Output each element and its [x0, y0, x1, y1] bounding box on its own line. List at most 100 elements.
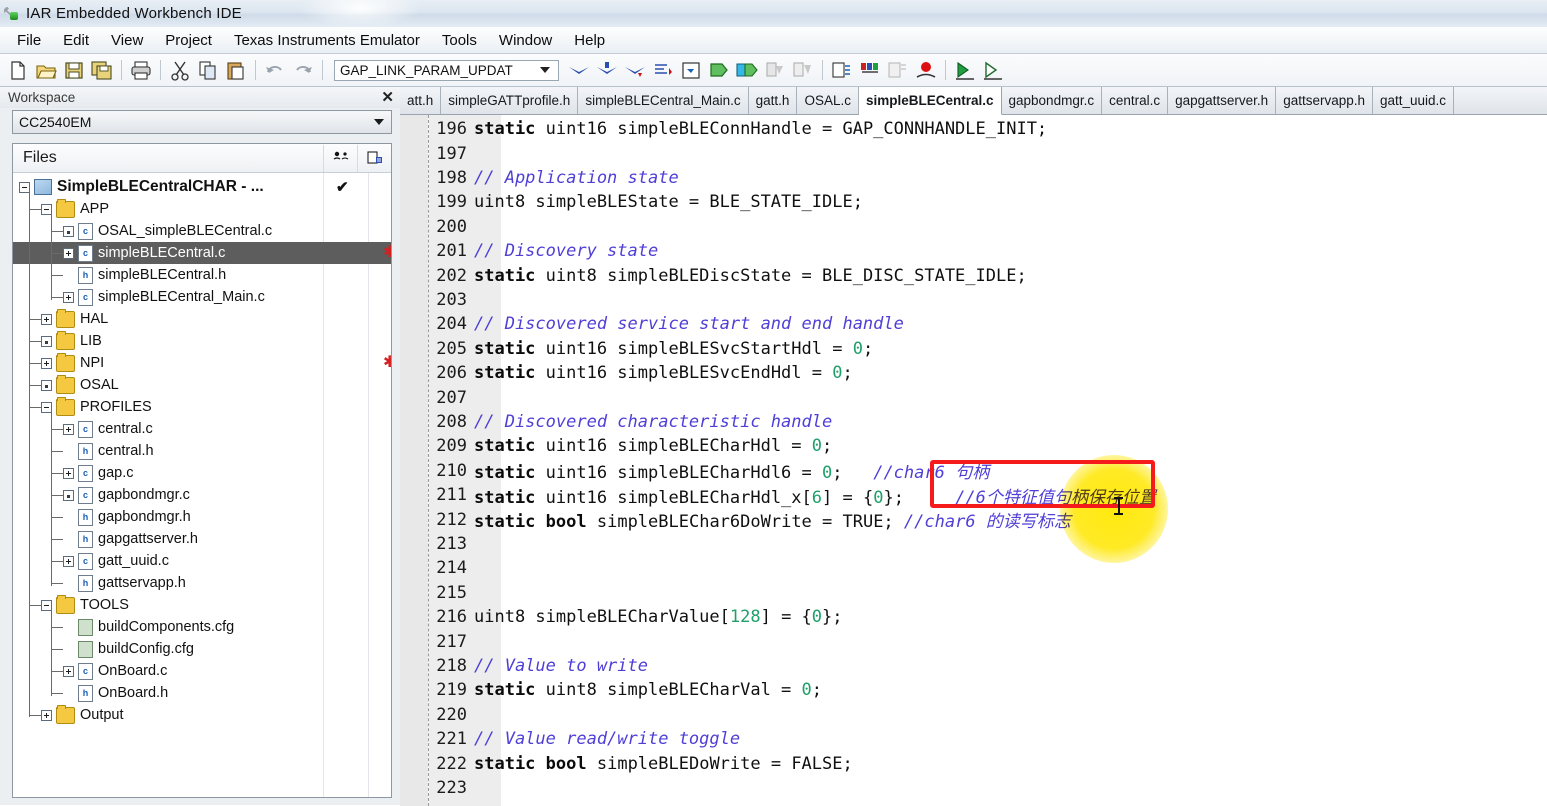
tree-item-npi[interactable]: NPI ✱	[13, 352, 391, 374]
new-document-icon[interactable]	[5, 58, 31, 83]
step-icon[interactable]	[980, 58, 1006, 83]
editor-tab-simplegattprofile-h[interactable]: simpleGATTprofile.h	[441, 87, 579, 114]
tree-item-simpleblecentral-h[interactable]: simpleBLECentral.h	[13, 264, 391, 286]
tree-item-tools[interactable]: TOOLS	[13, 594, 391, 616]
menu-item-edit[interactable]: Edit	[52, 29, 100, 52]
tree-item-profiles[interactable]: PROFILES	[13, 396, 391, 418]
menu-item-view[interactable]: View	[100, 29, 154, 52]
open-folder-icon[interactable]	[33, 58, 59, 83]
menu-item-tools[interactable]: Tools	[431, 29, 488, 52]
tree-expand-icon[interactable]	[63, 291, 74, 303]
tree-expand-icon[interactable]	[41, 335, 52, 347]
editor-tab-gattservapp-h[interactable]: gattservapp.h	[1276, 87, 1373, 114]
editor-tab-simpleblecentral-c[interactable]: simpleBLECentral.c	[858, 87, 1002, 115]
editor-tab-gatt-h[interactable]: gatt.h	[749, 87, 798, 114]
run-icon[interactable]	[952, 58, 978, 83]
tree-expand-icon[interactable]	[41, 357, 52, 369]
redo-icon[interactable]	[290, 58, 316, 83]
save-all-icon[interactable]	[89, 58, 115, 83]
menu-item-window[interactable]: Window	[488, 29, 563, 52]
workspace-filler	[0, 798, 400, 805]
menu-item-project[interactable]: Project	[154, 29, 223, 52]
tree-item-central-c[interactable]: central.c	[13, 418, 391, 440]
configuration-dropdown[interactable]: CC2540EM	[12, 110, 392, 134]
c-file-icon	[78, 552, 93, 570]
code-editor[interactable]: 196 static uint16 simpleBLEConnHandle = G…	[400, 115, 1547, 806]
tree-item-label: simpleBLECentral_Main.c	[98, 289, 265, 305]
line-number: 198	[436, 167, 467, 188]
tree-item-lib[interactable]: LIB	[13, 330, 391, 352]
tree-item-gattservapp-h[interactable]: gattservapp.h	[13, 572, 391, 594]
line-number: 213	[436, 533, 467, 554]
tree-item-buildconfig-cfg[interactable]: buildConfig.cfg	[13, 638, 391, 660]
tree-item-gatt-uuid-c[interactable]: gatt_uuid.c	[13, 550, 391, 572]
navigate-backward-icon[interactable]	[594, 58, 620, 83]
copy-icon[interactable]	[195, 58, 221, 83]
menu-item-help[interactable]: Help	[563, 29, 616, 52]
tree-expand-icon[interactable]	[41, 313, 52, 325]
tree-item-onboard-c[interactable]: OnBoard.c	[13, 660, 391, 682]
tree-item-osal-simpleblecentral-c[interactable]: OSAL_simpleBLECentral.c	[13, 220, 391, 242]
active-configuration-combo[interactable]: GAP_LINK_PARAM_UPDAT	[334, 59, 559, 81]
tree-expand-icon[interactable]	[63, 467, 74, 479]
tree-item-gapbondmgr-h[interactable]: gapbondmgr.h	[13, 506, 391, 528]
tree-expand-icon[interactable]	[63, 247, 74, 259]
tree-item-gapbondmgr-c[interactable]: gapbondmgr.c	[13, 484, 391, 506]
tree-item-gapgattserver-h[interactable]: gapgattserver.h	[13, 528, 391, 550]
navigate-forward-icon[interactable]	[622, 58, 648, 83]
menu-item-file[interactable]: File	[6, 29, 52, 52]
tree-expand-icon[interactable]	[63, 665, 74, 677]
go-to-definition-icon[interactable]	[566, 58, 592, 83]
make-icon[interactable]	[734, 58, 760, 83]
tree-item-buildcomponents-cfg[interactable]: buildComponents.cfg	[13, 616, 391, 638]
file-tree[interactable]: SimpleBLECentralCHAR - ... ✔ APP OSAL_simpl…	[13, 173, 391, 797]
close-icon[interactable]: ✕	[381, 90, 394, 105]
editor-tab-gapbondmgr-c[interactable]: gapbondmgr.c	[1002, 87, 1103, 114]
menu-item-texas-instruments-emulator[interactable]: Texas Instruments Emulator	[223, 29, 431, 52]
editor-tab-gatt-uuid-c[interactable]: gatt_uuid.c	[1373, 87, 1455, 114]
tree-item-onboard-h[interactable]: OnBoard.h	[13, 682, 391, 704]
tree-item-hal[interactable]: HAL	[13, 308, 391, 330]
undo-icon[interactable]	[262, 58, 288, 83]
bookmark-toggle-icon[interactable]	[678, 58, 704, 83]
build-all-icon[interactable]	[790, 58, 816, 83]
code-line: 197	[400, 141, 1547, 165]
editor-tab-simpleblecentral-main-c[interactable]: simpleBLECentral_Main.c	[578, 87, 749, 114]
breakpoint-icon[interactable]	[913, 58, 939, 83]
tree-expand-icon[interactable]	[41, 709, 52, 721]
debug-log-icon[interactable]	[829, 58, 855, 83]
tree-expand-icon[interactable]	[63, 555, 74, 567]
tree-expand-icon[interactable]	[41, 379, 52, 391]
workspace-title: Workspace	[8, 90, 76, 105]
find-next-icon[interactable]	[650, 58, 676, 83]
cut-icon[interactable]	[167, 58, 193, 83]
stop-build-icon[interactable]	[762, 58, 788, 83]
editor-tab-osal-c[interactable]: OSAL.c	[797, 87, 859, 114]
save-icon[interactable]	[61, 58, 87, 83]
print-icon[interactable]	[128, 58, 154, 83]
tree-expand-icon[interactable]	[63, 423, 74, 435]
variables-icon[interactable]	[857, 58, 883, 83]
compile-icon[interactable]	[706, 58, 732, 83]
tree-connector	[29, 341, 41, 342]
line-number: 216	[436, 607, 467, 628]
editor-tab-gapgattserver-h[interactable]: gapgattserver.h	[1168, 87, 1277, 114]
editor-tab-central-c[interactable]: central.c	[1102, 87, 1169, 114]
paste-icon[interactable]	[223, 58, 249, 83]
editor-tab-att-h[interactable]: att.h	[400, 87, 442, 114]
properties-icon[interactable]	[357, 144, 391, 172]
tree-item-app[interactable]: APP	[13, 198, 391, 220]
editor-panel: att.h simpleGATTprofile.h simpleBLECentral…	[400, 87, 1547, 806]
tree-item-output[interactable]: Output	[13, 704, 391, 726]
tree-item-osal[interactable]: OSAL	[13, 374, 391, 396]
toggle-group-icon[interactable]	[323, 144, 357, 172]
tree-item-central-h[interactable]: central.h	[13, 440, 391, 462]
tree-expand-icon[interactable]	[63, 225, 74, 237]
tree-item-simpleblecentral-c[interactable]: simpleBLECentral.c ✱	[13, 242, 391, 264]
disassembly-icon[interactable]	[885, 58, 911, 83]
tree-item-simpleblecentralchar-[interactable]: SimpleBLECentralCHAR - ... ✔	[13, 176, 391, 198]
code-text: // Value to write	[474, 655, 648, 676]
tree-item-gap-c[interactable]: gap.c	[13, 462, 391, 484]
tree-expand-icon[interactable]	[63, 489, 74, 501]
tree-item-simpleblecentral-main-c[interactable]: simpleBLECentral_Main.c	[13, 286, 391, 308]
